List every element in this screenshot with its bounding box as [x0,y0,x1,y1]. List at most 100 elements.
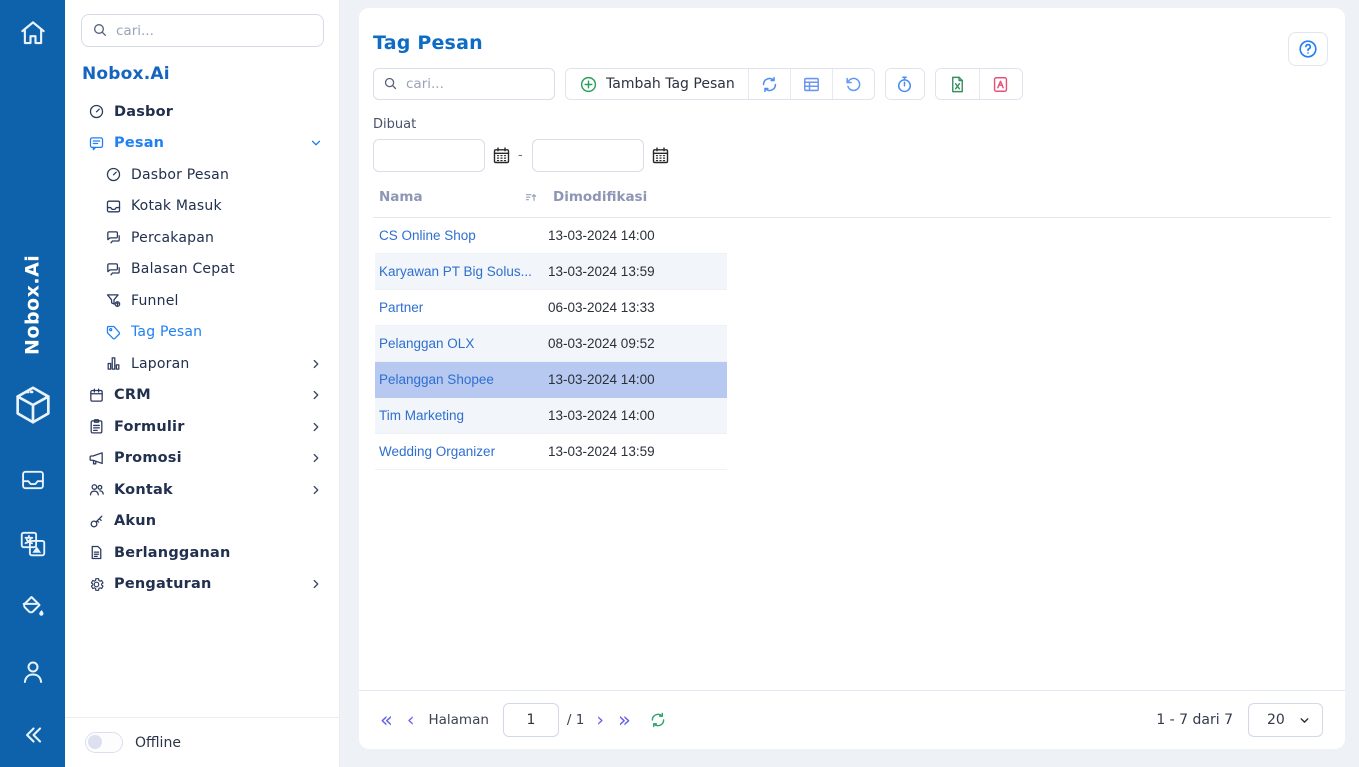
table-header: Nama Dimodifikasi [373,189,1331,218]
export-pdf-button[interactable] [979,69,1022,99]
sidebar-item-percakapan[interactable]: Percakapan [65,222,339,254]
nobox-cube-icon[interactable] [0,382,65,428]
reload-table-button[interactable] [649,711,667,729]
date-filter: - [373,139,1331,172]
timer-group [885,68,925,100]
modified-date: 13-03-2024 14:00 [548,228,655,243]
help-button[interactable] [1288,32,1328,66]
tag-name-link[interactable]: CS Online Shop [379,228,548,243]
sidebar-item-tag-pesan[interactable]: Tag Pesan [65,317,339,349]
tag-name-link[interactable]: Karyawan PT Big Solus... [379,264,548,279]
table-row[interactable]: Tim Marketing 13-03-2024 14:00 [375,398,727,434]
sidebar-menu: Dasbor Pesan Dasbor Pesan Kotak Masuk Pe… [65,96,339,600]
sidebar-item-crm[interactable]: CRM [65,380,339,412]
icon-rail: Nobox.Ai [0,0,65,767]
reset-button[interactable] [832,69,874,99]
tag-name-link[interactable]: Partner [379,300,548,315]
chat-bubbles-icon [105,261,122,278]
bar-chart-icon [105,355,122,372]
date-start-input[interactable] [373,139,485,172]
inbox-icon [105,198,122,215]
tag-name-link[interactable]: Pelanggan Shopee [379,372,548,387]
table-actions-group: Tambah Tag Pesan [565,68,875,100]
modified-date: 13-03-2024 14:00 [548,408,655,423]
first-page-button[interactable]: « [378,710,395,731]
sidebar-item-dasbor[interactable]: Dasbor [65,96,339,128]
tag-name-link[interactable]: Wedding Organizer [379,444,548,459]
table-search-input[interactable] [373,68,555,100]
table-row[interactable]: Wedding Organizer 13-03-2024 13:59 [375,434,727,470]
export-excel-button[interactable] [936,69,979,99]
prev-page-button[interactable]: ‹ [405,711,417,730]
sidebar-item-berlangganan[interactable]: Berlangganan [65,537,339,569]
sort-icon[interactable] [524,190,539,205]
chevron-right-icon [309,388,323,402]
stopwatch-button[interactable] [886,69,924,99]
tag-name-link[interactable]: Pelanggan OLX [379,336,548,351]
sidebar-item-pesan[interactable]: Pesan [65,128,339,160]
translate-icon[interactable] [0,529,65,559]
page-size-select[interactable]: 20 [1248,703,1323,737]
sidebar-search [81,14,324,47]
add-tag-button[interactable]: Tambah Tag Pesan [566,69,748,99]
search-icon [383,76,398,91]
page-number-input[interactable] [503,703,559,737]
key-icon [88,513,105,530]
gauge-icon [88,103,105,120]
table-row[interactable]: CS Online Shop 13-03-2024 14:00 [375,218,727,254]
sidebar-item-balasan-cepat[interactable]: Balasan Cepat [65,254,339,286]
excel-file-icon [948,75,967,94]
user-icon[interactable] [0,657,65,687]
sidebar-item-laporan[interactable]: Laporan [65,348,339,380]
ink-drop-icon[interactable] [0,592,65,622]
pagination-footer: « ‹ Halaman / 1 › » 1 - 7 dari 7 20 [359,690,1345,749]
message-icon [88,135,105,152]
collapse-sidebar-icon[interactable] [0,722,65,748]
stopwatch-icon [895,75,914,94]
table-row-selected[interactable]: Pelanggan Shopee 13-03-2024 14:00 [375,362,727,398]
sidebar-search-input[interactable] [81,14,324,47]
table-row[interactable]: Pelanggan OLX 08-03-2024 09:52 [375,326,727,362]
home-icon[interactable] [0,18,65,48]
table-icon [802,75,821,94]
sidebar-footer: Offline [65,717,339,767]
next-page-button[interactable]: › [594,711,606,730]
modified-date: 13-03-2024 14:00 [548,372,655,387]
calendar-icon[interactable] [650,145,671,166]
last-page-button[interactable]: » [616,710,633,731]
tag-name-link[interactable]: Tim Marketing [379,408,548,423]
sidebar-item-dasbor-pesan[interactable]: Dasbor Pesan [65,159,339,191]
sidebar-item-kontak[interactable]: Kontak [65,474,339,506]
clipboard-icon [88,418,105,435]
offline-toggle[interactable] [85,732,123,753]
sidebar-brand: Nobox.Ai [82,64,339,84]
table-row[interactable]: Partner 06-03-2024 13:33 [375,290,727,326]
refresh-button[interactable] [748,69,790,99]
sidebar: Nobox.Ai Dasbor Pesan Dasbor Pesan Kotak… [65,0,340,767]
page-label: Halaman [428,712,488,728]
refresh-icon [760,75,779,94]
table-body: CS Online Shop 13-03-2024 14:00 Karyawan… [375,218,727,470]
sidebar-item-formulir[interactable]: Formulir [65,411,339,443]
columns-button[interactable] [790,69,832,99]
sidebar-item-promosi[interactable]: Promosi [65,443,339,475]
toggle-knob [88,735,102,749]
calendar-icon[interactable] [491,145,512,166]
sidebar-item-kotak-masuk[interactable]: Kotak Masuk [65,191,339,223]
sidebar-item-akun[interactable]: Akun [65,506,339,538]
column-header-dimodifikasi[interactable]: Dimodifikasi [547,189,647,205]
pdf-file-icon [991,75,1010,94]
table-row[interactable]: Karyawan PT Big Solus... 13-03-2024 13:5… [375,254,727,290]
table-search [373,68,555,100]
sidebar-item-funnel[interactable]: Funnel [65,285,339,317]
page-title: Tag Pesan [373,32,1331,54]
inbox-icon[interactable] [0,466,65,494]
rail-brand-text: Nobox.Ai [0,240,65,370]
funnel-icon [105,292,122,309]
plus-circle-icon [579,75,598,94]
sidebar-item-pengaturan[interactable]: Pengaturan [65,569,339,601]
megaphone-icon [88,450,105,467]
column-header-nama[interactable]: Nama [379,189,423,205]
chevron-right-icon [309,357,323,371]
date-end-input[interactable] [532,139,644,172]
